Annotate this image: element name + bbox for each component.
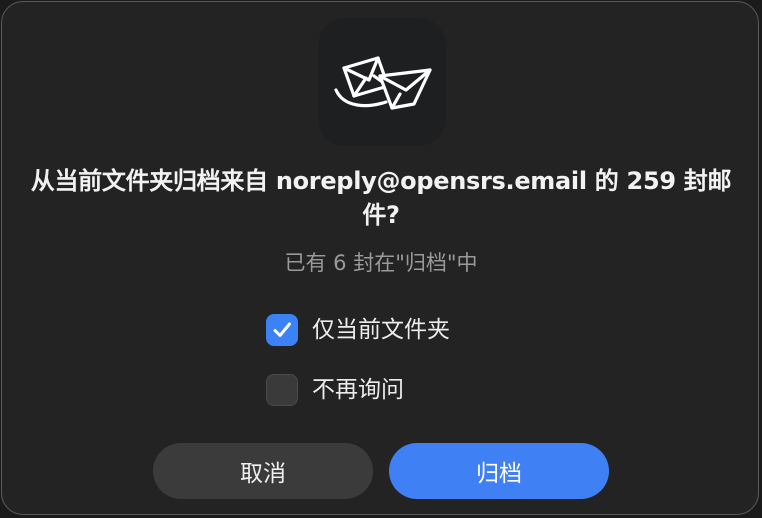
dialog-title: 从当前文件夹归档来自 noreply@opensrs.email 的 259 封… [30, 167, 732, 229]
dont-ask-again-checkbox[interactable] [266, 374, 298, 406]
archive-confirm-dialog: 从当前文件夹归档来自 noreply@opensrs.email 的 259 封… [1, 1, 759, 515]
archive-button[interactable]: 归档 [389, 443, 609, 499]
mail-archive-icon [318, 18, 446, 146]
current-folder-only-option[interactable]: 仅当前文件夹 [266, 313, 450, 347]
cancel-button[interactable]: 取消 [153, 443, 373, 499]
dont-ask-again-label: 不再询问 [312, 377, 404, 403]
dialog-subtitle: 已有 6 封在"归档"中 [284, 251, 478, 275]
checkmark-icon [273, 322, 291, 337]
current-folder-only-label: 仅当前文件夹 [312, 317, 450, 343]
dont-ask-again-option[interactable]: 不再询问 [266, 373, 404, 407]
current-folder-only-checkbox[interactable] [266, 314, 298, 346]
